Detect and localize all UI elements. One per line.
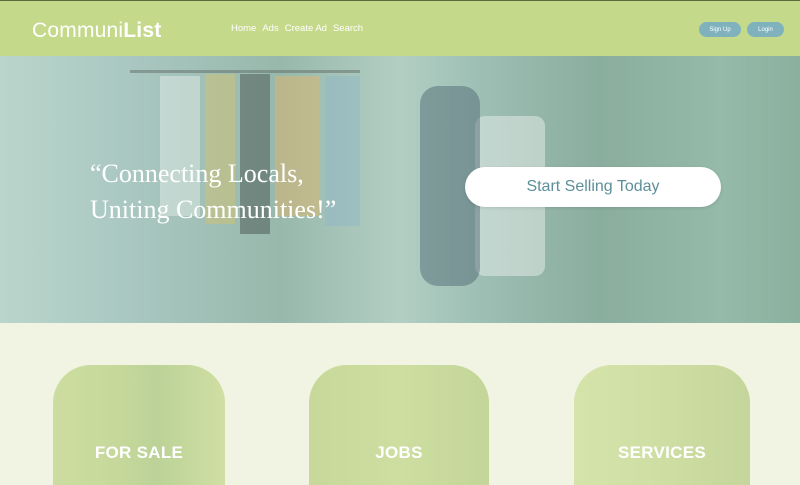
clothing-rack-graphic	[130, 70, 360, 73]
category-card-for-sale[interactable]: FOR SALE	[53, 365, 225, 485]
start-selling-button[interactable]: Start Selling Today	[465, 167, 721, 207]
category-label-for-sale: FOR SALE	[94, 443, 184, 462]
main-nav: Home Ads Create Ad Search	[231, 23, 363, 34]
for-sale-card-image	[53, 365, 225, 485]
category-card-jobs[interactable]: JOBS	[309, 365, 489, 485]
navbar: CommuniList Home Ads Create Ad Search Si…	[0, 1, 800, 56]
jobs-card-image	[309, 365, 489, 485]
hero-quote-line1: “Connecting Locals,	[90, 159, 304, 188]
hero-quote-line2: Uniting Communities!”	[90, 195, 337, 224]
nav-search-link[interactable]: Search	[333, 23, 363, 34]
hero-quote: “Connecting Locals, Uniting Communities!…	[90, 156, 336, 228]
nav-ads-link[interactable]: Ads	[262, 23, 278, 34]
sign-up-button[interactable]: Sign Up	[699, 22, 741, 37]
category-label-services: SERVICES	[617, 443, 707, 462]
logo-text-bold: List	[123, 19, 162, 42]
logo-text-light: Communi	[32, 19, 124, 42]
hero-banner: “Connecting Locals, Uniting Communities!…	[0, 56, 800, 323]
nav-home-link[interactable]: Home	[231, 23, 256, 34]
category-card-services[interactable]: SERVICES	[574, 365, 750, 485]
category-label-jobs: JOBS	[375, 443, 423, 462]
nav-create-ad-link[interactable]: Create Ad	[285, 23, 327, 34]
site-logo[interactable]: CommuniList	[32, 19, 161, 43]
services-card-image	[574, 365, 750, 485]
login-button[interactable]: Login	[747, 22, 784, 37]
